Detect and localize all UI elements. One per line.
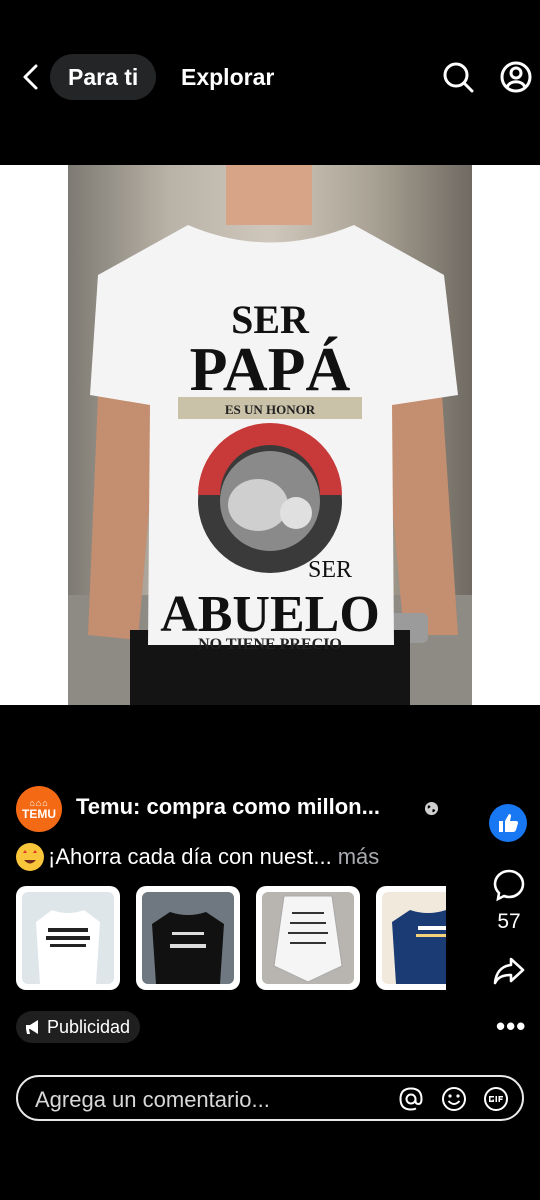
megaphone-icon <box>26 1020 38 1034</box>
brand-logo-text: TEMU <box>22 806 56 821</box>
tab-explorar[interactable]: Explorar <box>181 54 274 100</box>
tab-para-ti-label: Para ti <box>68 63 139 90</box>
star-struck-emoji-icon <box>16 843 44 871</box>
tab-explorar-label: Explorar <box>181 63 275 90</box>
product-thumbnail[interactable] <box>136 886 240 990</box>
globe-icon <box>424 801 439 816</box>
see-more-link[interactable]: más <box>338 844 380 870</box>
more-options-icon[interactable]: ••• <box>496 1013 525 1039</box>
gif-icon[interactable] <box>483 1086 509 1112</box>
product-thumbnail[interactable] <box>256 886 360 990</box>
like-button[interactable] <box>489 804 527 842</box>
print-abuelo: ABUELO <box>160 586 380 643</box>
comment-count: 57 <box>497 910 521 933</box>
comment-placeholder[interactable]: Agrega un comentario... <box>35 1087 270 1113</box>
print-papa: PAPÁ <box>190 336 351 404</box>
product-carousel[interactable] <box>16 886 446 990</box>
product-thumbnail[interactable] <box>376 886 446 990</box>
comment-icon[interactable] <box>492 868 526 902</box>
like-icon <box>499 814 518 832</box>
sponsored-label: Publicidad <box>47 1016 131 1037</box>
print-ser-bottom: SER <box>308 557 352 583</box>
sponsored-badge: Publicidad <box>16 1011 141 1043</box>
advertiser-name[interactable]: Temu: compra como millon... <box>76 794 380 820</box>
caption-text: ¡Ahorra cada día con nuest... <box>48 844 332 869</box>
tshirt-illustration: SER PAPÁ ES UN HONOR SER ABUELO NO TIENE… <box>68 165 472 705</box>
emoji-icon[interactable] <box>441 1086 467 1112</box>
back-icon[interactable] <box>16 62 46 92</box>
post-caption[interactable]: ¡Ahorra cada día con nuest... más <box>16 843 379 871</box>
comment-composer[interactable]: Agrega un comentario... <box>16 1075 524 1121</box>
print-ribbon: ES UN HONOR <box>225 402 316 417</box>
ad-image[interactable]: SER PAPÁ ES UN HONOR SER ABUELO NO TIENE… <box>68 165 472 705</box>
at-icon[interactable] <box>398 1086 424 1112</box>
profile-icon[interactable] <box>500 61 532 93</box>
share-icon[interactable] <box>492 954 526 988</box>
search-icon[interactable] <box>442 61 474 93</box>
top-nav: Para ti Explorar <box>0 52 540 102</box>
product-thumbnail[interactable] <box>16 886 120 990</box>
tab-para-ti[interactable]: Para ti <box>50 54 157 100</box>
advertiser-avatar[interactable]: ⌂⌂⌂ TEMU <box>16 786 62 832</box>
print-no-tiene-precio: NO TIENE PRECIO <box>198 636 342 653</box>
